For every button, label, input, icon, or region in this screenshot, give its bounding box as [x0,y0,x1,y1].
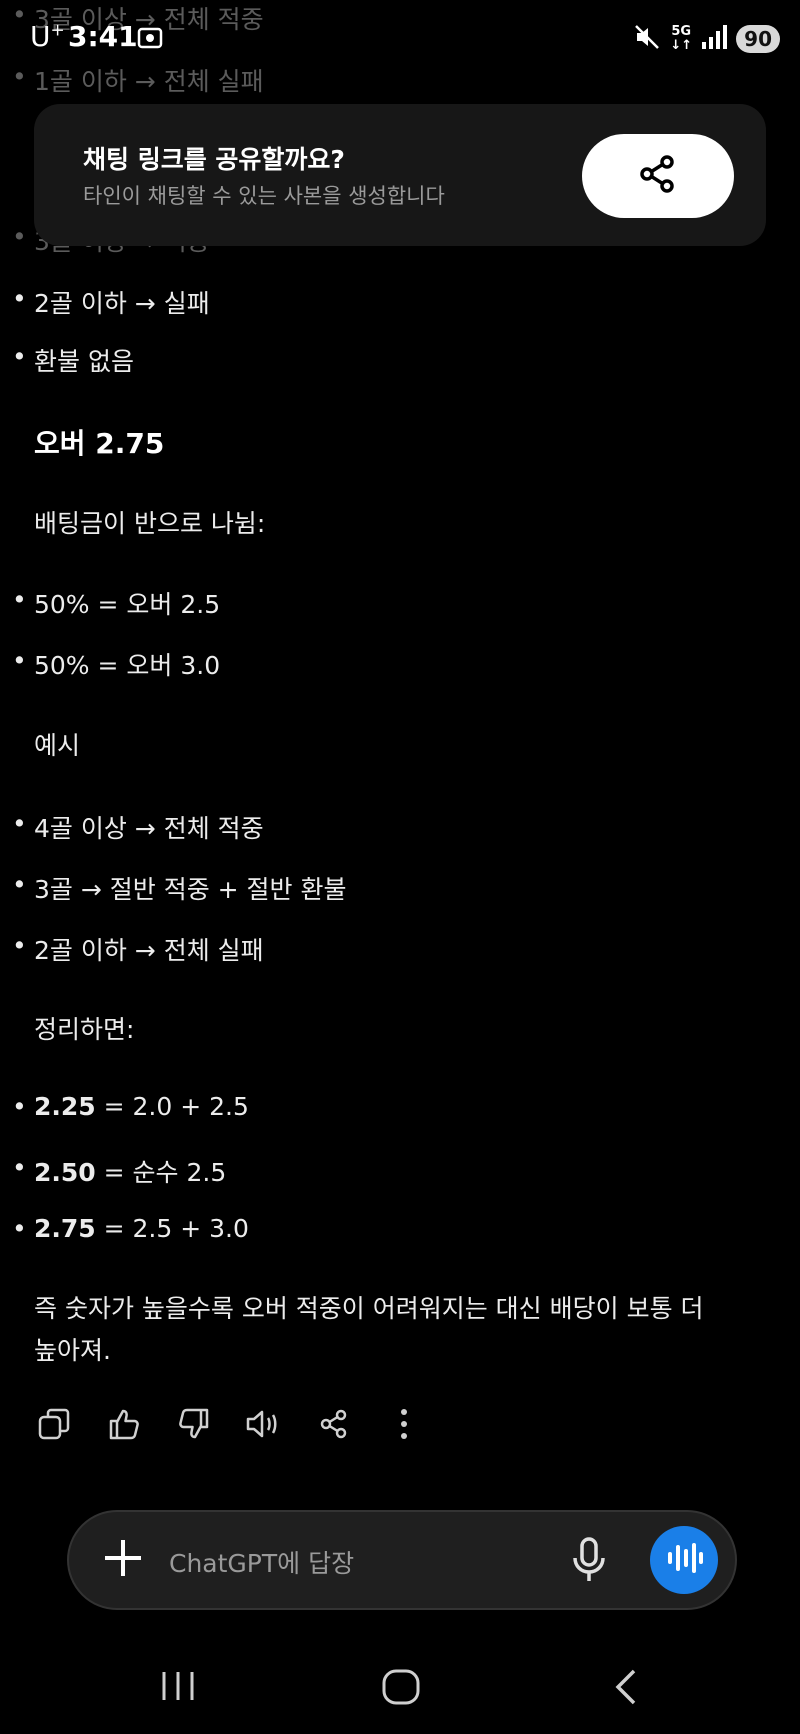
dictation-button[interactable] [569,1536,609,1588]
back-icon [610,1669,644,1710]
recent-apps-button[interactable] [156,1668,200,1708]
microphone-icon [569,1537,609,1588]
back-button[interactable] [610,1668,644,1710]
read-aloud-button[interactable] [240,1402,288,1450]
message-composer: ChatGPT에 답장 [67,1510,737,1610]
speaker-icon [244,1406,284,1446]
home-button[interactable] [380,1668,422,1710]
share-banner-subtitle: 타인이 채팅할 수 있는 사본을 생성합니다 [83,184,445,208]
share-icon [636,152,680,200]
battery-indicator: 90 [736,25,780,53]
share-link-button[interactable] [582,134,734,218]
list-item: 2골 이하 → 실패 [12,284,210,320]
paragraph: 예시 [34,731,81,760]
recent-apps-icon [156,1672,200,1708]
list-item: 2.50 = 순수 2.5 [12,1153,226,1189]
signal-icon [700,24,728,54]
system-navigation-bar [0,1640,800,1734]
screen-record-icon [136,24,164,56]
more-options-button[interactable] [380,1402,428,1450]
thumbs-up-icon [106,1406,142,1446]
plus-icon [97,1540,149,1588]
list-item: 4골 이상 → 전체 적중 [12,809,264,845]
thumbs-down-icon [176,1406,212,1446]
paragraph: 배팅금이 반으로 나뉨: [34,509,266,538]
list-item: 2.75 = 2.5 + 3.0 [12,1214,249,1243]
message-actions [30,1402,428,1450]
status-bar: U+ 3:41 5G ↓↑ 90 [0,0,800,76]
copy-icon [36,1406,72,1446]
add-attachment-button[interactable] [97,1532,149,1588]
list-item: 50% = 오버 2.5 [12,585,220,621]
voice-mode-button[interactable] [650,1526,718,1594]
section-heading: 오버 2.75 [34,427,165,460]
reply-input[interactable]: ChatGPT에 답장 [169,1544,354,1580]
network-5g-icon: 5G ↓↑ [670,24,693,53]
clock: 3:41 [68,20,138,53]
more-vertical-icon [398,1407,410,1445]
share-icon [317,1407,351,1445]
list-item: 환불 없음 [12,342,134,378]
share-link-banner: 채팅 링크를 공유할까요? 타인이 채팅할 수 있는 사본을 생성합니다 [34,104,766,246]
share-banner-title: 채팅 링크를 공유할까요? [83,145,345,174]
voice-waveform-icon [664,1540,704,1580]
like-button[interactable] [100,1402,148,1450]
home-icon [380,1669,422,1710]
dislike-button[interactable] [170,1402,218,1450]
list-item: 50% = 오버 3.0 [12,646,220,682]
list-item: 3골 → 절반 적중 + 절반 환불 [12,870,347,906]
paragraph: 즉 숫자가 높을수록 오버 적중이 어려워지는 대신 배당이 보통 더 높아져. [34,1294,704,1365]
list-item: 2골 이하 → 전체 실패 [12,931,264,967]
list-item: 2.25 = 2.0 + 2.5 [12,1092,249,1121]
paragraph: 정리하면: [34,1015,135,1044]
copy-button[interactable] [30,1402,78,1450]
share-button[interactable] [310,1402,358,1450]
carrier-label: U+ [30,20,65,53]
mute-icon [632,22,662,56]
